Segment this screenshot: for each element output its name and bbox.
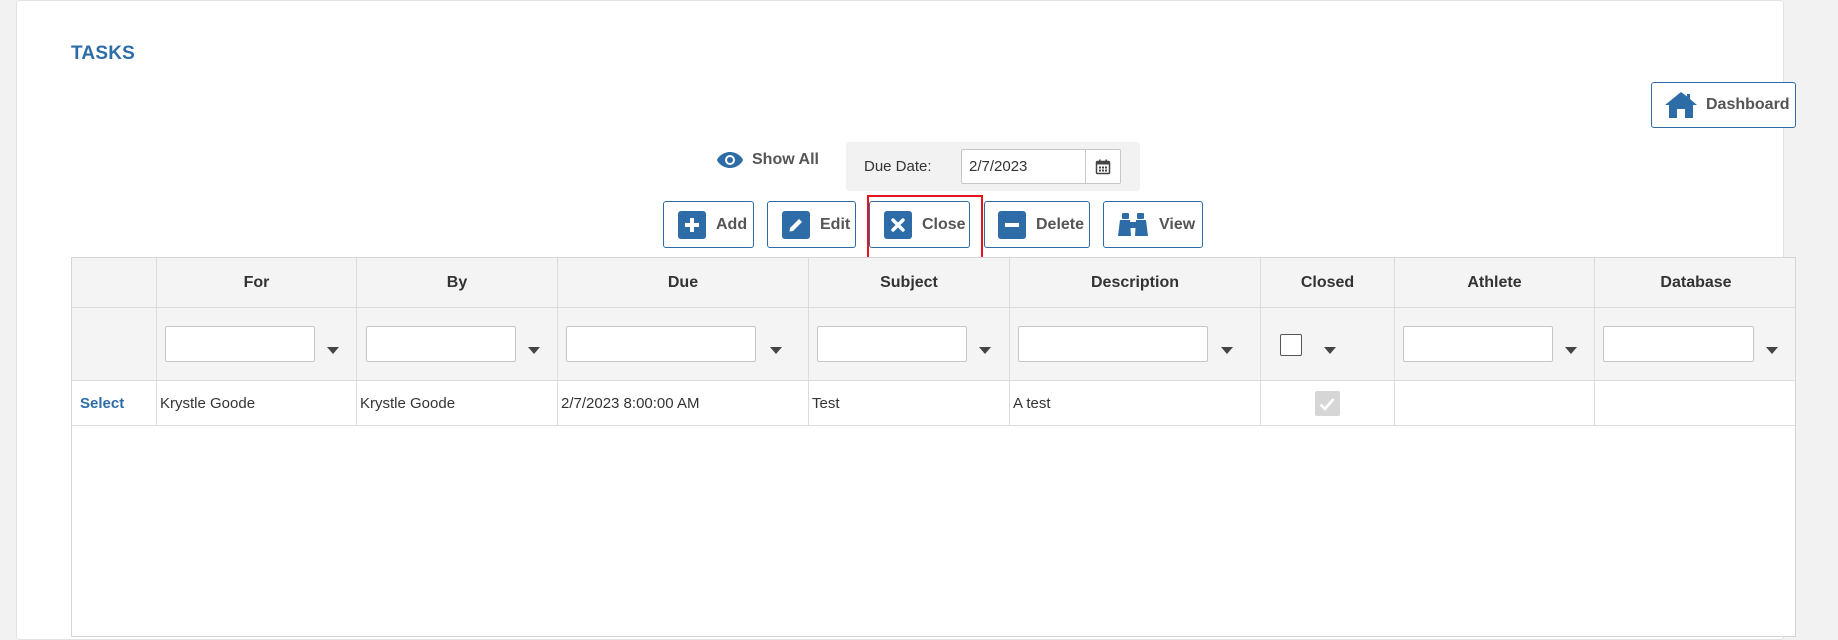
cell-athlete — [1394, 381, 1594, 425]
cell-description: A test — [1009, 381, 1260, 425]
show-all-toggle[interactable]: Show All — [716, 151, 819, 169]
filter-dropdown-description[interactable] — [1221, 347, 1233, 354]
filter-checkbox-closed[interactable] — [1280, 334, 1302, 356]
binoculars-icon — [1117, 211, 1149, 239]
filter-input-subject[interactable] — [817, 326, 967, 362]
filter-cell-for — [156, 308, 356, 380]
filter-input-athlete[interactable] — [1403, 326, 1553, 362]
minus-icon — [998, 210, 1026, 239]
filter-dropdown-due[interactable] — [770, 347, 782, 354]
header-cell-for[interactable]: For — [156, 258, 356, 307]
cell-due: 2/7/2023 8:00:00 AM — [557, 381, 808, 425]
header-cell-select — [72, 258, 156, 307]
filter-cell-by — [356, 308, 557, 380]
calendar-icon — [1095, 159, 1111, 174]
row-select-cell: Select — [72, 381, 156, 425]
cell-closed — [1260, 381, 1394, 425]
filter-dropdown-by[interactable] — [528, 347, 540, 354]
table-row[interactable]: Select Krystle Goode Krystle Goode 2/7/2… — [72, 381, 1795, 426]
filter-input-for[interactable] — [165, 326, 315, 362]
tasks-grid: For By Due Subject Description Closed At… — [71, 257, 1796, 637]
calendar-button[interactable] — [1085, 149, 1121, 184]
cell-subject: Test — [808, 381, 1009, 425]
delete-label: Delete — [1036, 215, 1085, 233]
filter-cell-select — [72, 308, 156, 380]
filter-input-due[interactable] — [566, 326, 756, 362]
add-button[interactable]: Add — [663, 201, 754, 248]
select-link[interactable]: Select — [75, 395, 124, 412]
checkmark-icon — [1319, 397, 1335, 411]
home-icon — [1664, 91, 1698, 119]
add-label: Add — [716, 215, 748, 233]
filter-input-by[interactable] — [366, 326, 516, 362]
dashboard-label: Dashboard — [1706, 96, 1790, 113]
main-panel: TASKS Dashboard Show All Due Date: Add E… — [16, 0, 1796, 640]
filter-cell-athlete — [1394, 308, 1594, 380]
due-date-filter: Due Date: — [846, 142, 1140, 191]
page-title: TASKS — [71, 43, 135, 64]
filter-cell-due — [557, 308, 808, 380]
close-task-button[interactable]: Close — [869, 201, 970, 248]
plus-icon — [678, 210, 706, 239]
due-date-label: Due Date: — [864, 158, 932, 175]
header-cell-by[interactable]: By — [356, 258, 557, 307]
eye-icon — [717, 152, 743, 168]
close-label: Close — [922, 215, 966, 233]
filter-input-database[interactable] — [1603, 326, 1754, 362]
dashboard-button[interactable]: Dashboard — [1651, 82, 1796, 128]
filter-cell-database — [1594, 308, 1797, 380]
grid-header-row: For By Due Subject Description Closed At… — [72, 258, 1795, 308]
header-cell-due[interactable]: Due — [557, 258, 808, 307]
cell-database — [1594, 381, 1797, 425]
filter-cell-description — [1009, 308, 1260, 380]
header-cell-closed[interactable]: Closed — [1260, 258, 1394, 307]
cell-for: Krystle Goode — [156, 381, 356, 425]
view-button[interactable]: View — [1103, 201, 1203, 248]
filter-cell-closed — [1260, 308, 1394, 380]
header-cell-subject[interactable]: Subject — [808, 258, 1009, 307]
filter-dropdown-athlete[interactable] — [1565, 347, 1577, 354]
edit-button[interactable]: Edit — [767, 201, 856, 248]
grid-filter-row — [72, 308, 1795, 381]
due-date-input[interactable] — [961, 149, 1085, 184]
delete-button[interactable]: Delete — [984, 201, 1090, 248]
filter-dropdown-database[interactable] — [1766, 347, 1778, 354]
filter-dropdown-closed[interactable] — [1324, 347, 1336, 354]
closed-checkbox — [1314, 391, 1340, 416]
cell-by: Krystle Goode — [356, 381, 557, 425]
header-cell-database[interactable]: Database — [1594, 258, 1797, 307]
header-cell-athlete[interactable]: Athlete — [1394, 258, 1594, 307]
pencil-icon — [782, 210, 810, 239]
edit-label: Edit — [820, 215, 851, 233]
show-all-label: Show All — [752, 151, 819, 168]
header-cell-description[interactable]: Description — [1009, 258, 1260, 307]
filter-dropdown-for[interactable] — [327, 347, 339, 354]
view-label: View — [1159, 215, 1196, 233]
x-icon — [884, 210, 912, 239]
filter-input-description[interactable] — [1018, 326, 1208, 362]
filter-cell-subject — [808, 308, 1009, 380]
filter-dropdown-subject[interactable] — [979, 347, 991, 354]
